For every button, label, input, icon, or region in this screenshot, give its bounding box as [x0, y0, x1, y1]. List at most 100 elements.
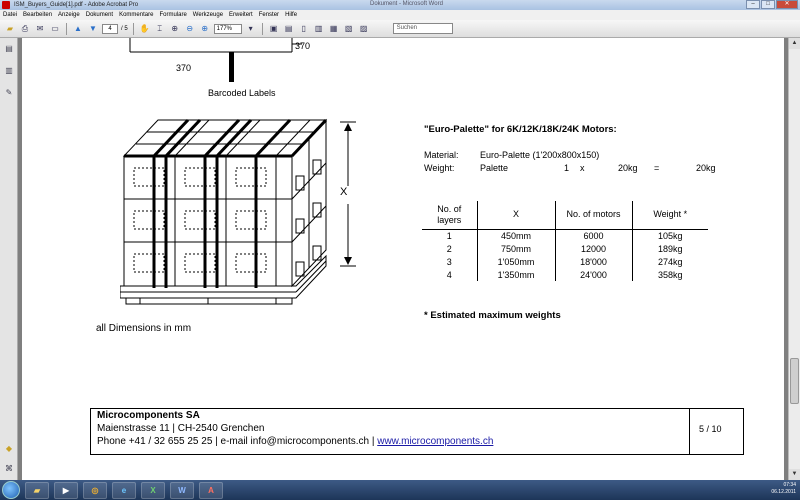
outlook-taskbar-icon[interactable]: ◎ — [83, 481, 107, 499]
zoom-dropdown-icon[interactable]: ▾ — [245, 23, 257, 35]
open-folder-icon[interactable]: ▰ — [4, 23, 16, 35]
weight-per-unit: 20kg — [618, 163, 638, 173]
menu-bearbeiten[interactable]: Bearbeiten — [23, 12, 52, 18]
full-screen-icon[interactable]: ▨ — [358, 23, 370, 35]
cell-layers: 4 — [446, 269, 452, 280]
close-button[interactable]: ✕ — [776, 0, 798, 9]
table-row: 1 450mm 6000 105kg — [422, 229, 708, 242]
continuous-page-icon[interactable]: ▦ — [328, 23, 340, 35]
word-taskbar-icon[interactable]: W — [170, 481, 194, 499]
weight-multiply: x — [580, 163, 585, 173]
header-weight: Weight * — [631, 201, 708, 230]
clock-date: 06.12.2011 — [771, 489, 796, 495]
page-footer: Microcomponents SA Maienstrasse 11 | CH-… — [90, 408, 744, 455]
cell-weight: 189kg — [631, 242, 708, 255]
weights-footnote: * Estimated maximum weights — [424, 310, 561, 321]
menu-hilfe[interactable]: Hilfe — [285, 12, 297, 18]
website-link[interactable]: www.microcomponents.ch — [377, 436, 493, 447]
pdf-page: 370 370 Barcoded Labels X all Dimensions… — [22, 38, 784, 480]
cell-x: 1'350mm — [476, 268, 555, 281]
height-dimension-label: X — [340, 186, 348, 198]
vertical-scrollbar[interactable]: ▲ ▼ — [788, 38, 800, 480]
material-value: Euro-Palette (1'200x800x150) — [480, 150, 600, 160]
browser-taskbar-icon[interactable]: e — [112, 481, 136, 499]
document-viewport[interactable]: 370 370 Barcoded Labels X all Dimensions… — [18, 38, 788, 480]
search-input[interactable]: Suchen — [392, 23, 453, 34]
read-mode-icon[interactable]: ▧ — [343, 23, 355, 35]
print-icon[interactable]: ⎙ — [19, 23, 31, 35]
save-icon[interactable]: ▣ — [268, 23, 280, 35]
email-icon[interactable]: ✉ — [34, 23, 46, 35]
all-dimensions-caption: all Dimensions in mm — [96, 323, 192, 334]
contact-text: Phone +41 / 32 655 25 25 | e-mail info@m… — [97, 436, 378, 447]
cell-motors: 24'000 — [554, 268, 632, 281]
scroll-up-arrow-icon[interactable]: ▲ — [789, 38, 800, 49]
barcoded-labels-caption: Barcoded Labels — [208, 88, 276, 98]
next-page-icon[interactable]: ▼ — [87, 23, 99, 35]
scroll-thumb[interactable] — [790, 358, 799, 404]
menu-werkzeuge[interactable]: Werkzeuge — [193, 12, 223, 18]
menu-anzeige[interactable]: Anzeige — [58, 12, 80, 18]
header-no-of-motors: No. of motors — [554, 201, 632, 230]
pallet-drawing — [120, 118, 356, 305]
company-name: Microcomponents SA — [97, 410, 200, 421]
weight-total: 20kg — [696, 163, 716, 173]
toolbar-separator — [66, 22, 67, 35]
zoom-out-icon[interactable]: ⊖ — [184, 23, 196, 35]
explorer-taskbar-icon[interactable]: ▰ — [25, 481, 49, 499]
menu-erweitert[interactable]: Erweitert — [229, 12, 253, 18]
maximize-button[interactable]: □ — [761, 0, 775, 9]
dimension-370-bottom: 370 — [176, 63, 192, 73]
cell-motors: 18'000 — [554, 255, 632, 268]
material-label: Material: — [424, 150, 459, 160]
menu-datei[interactable]: Datei — [3, 12, 17, 18]
menu-bar: Datei Bearbeiten Anzeige Dokument Kommen… — [0, 10, 800, 20]
background-window-title: Dokument - Microsoft Word — [370, 1, 443, 7]
menu-fenster[interactable]: Fenster — [259, 12, 279, 18]
start-button[interactable] — [2, 481, 20, 499]
layers-panel-icon[interactable]: ◆ — [4, 444, 14, 454]
weight-item: Palette — [480, 163, 509, 173]
footer-divider — [689, 409, 690, 454]
cell-layers: 3 — [446, 256, 452, 267]
weight-quantity: 1 — [564, 163, 570, 173]
header-x: X — [476, 201, 555, 230]
cell-motors: 6000 — [554, 229, 632, 242]
zoom-in-icon[interactable]: ⊕ — [199, 23, 211, 35]
cell-weight: 358kg — [631, 268, 708, 281]
section-heading: "Euro-Palette" for 6K/12K/18K/24K Motors… — [424, 124, 617, 135]
pages-panel-icon[interactable]: ▤ — [4, 44, 14, 54]
hand-tool-icon[interactable]: ✋ — [139, 23, 151, 35]
menu-dokument[interactable]: Dokument — [86, 12, 113, 18]
excel-taskbar-icon[interactable]: X — [141, 481, 165, 499]
menu-kommentare[interactable]: Kommentare — [119, 12, 153, 18]
signatures-panel-icon[interactable]: ✎ — [4, 88, 14, 98]
page-number-input[interactable]: 4 — [102, 23, 118, 34]
acrobat-taskbar-icon[interactable]: A — [199, 481, 223, 499]
cell-layers: 2 — [446, 243, 452, 254]
table-row: 2 750mm 12000 189kg — [422, 242, 708, 255]
footer-page-number: 5 / 10 — [699, 424, 722, 434]
two-page-icon[interactable]: ▥ — [313, 23, 325, 35]
minimize-button[interactable]: – — [746, 0, 760, 9]
toolbar: ▰ ⎙ ✉ ▭ ▲ ▼ 4 / 5 ✋ ⌶ ⊕ ⊖ ⊕ 177% ▾ ▣ ▤ ▯… — [0, 20, 800, 38]
fit-page-icon[interactable]: ▤ — [283, 23, 295, 35]
zoom-level-select[interactable]: 177% — [213, 23, 242, 34]
single-page-icon[interactable]: ▯ — [298, 23, 310, 35]
header-no-of-layers: No. of layers — [422, 201, 477, 230]
bookmarks-panel-icon[interactable]: ▥ — [4, 66, 14, 76]
scroll-down-arrow-icon[interactable]: ▼ — [789, 469, 800, 480]
attachments-panel-icon[interactable]: ⌘ — [4, 464, 14, 474]
share-icon[interactable]: ▭ — [49, 23, 61, 35]
cell-x: 750mm — [476, 242, 555, 255]
company-address: Maienstrasse 11 | CH-2540 Grenchen — [97, 423, 265, 434]
menu-formulare[interactable]: Formulare — [159, 12, 186, 18]
page-total: / 5 — [121, 25, 128, 32]
weight-label: Weight: — [424, 163, 455, 173]
zoom-tool-icon[interactable]: ⊕ — [169, 23, 181, 35]
cell-x: 1'050mm — [476, 255, 555, 268]
table-row: 3 1'050mm 18'000 274kg — [422, 255, 708, 268]
media-player-taskbar-icon[interactable]: ▶ — [54, 481, 78, 499]
select-tool-icon[interactable]: ⌶ — [154, 23, 166, 35]
previous-page-icon[interactable]: ▲ — [72, 23, 84, 35]
